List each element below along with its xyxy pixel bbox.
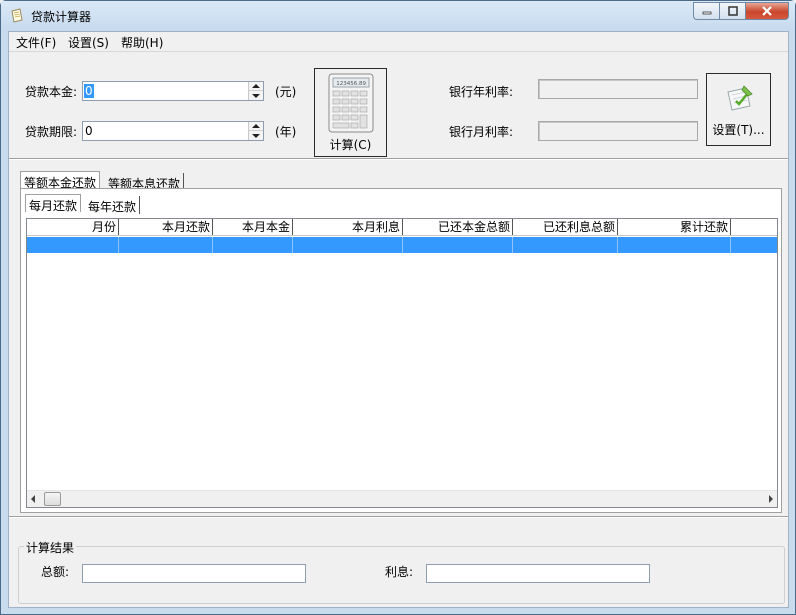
total-field[interactable]	[82, 564, 306, 583]
repayment-table[interactable]: 月份 本月还款 本月本金 本月利息 已还本金总额 已还利息总额 累计还款	[26, 218, 778, 508]
calculate-button[interactable]: 123456.89 计算(C)	[314, 68, 387, 157]
term-unit: (年)	[275, 125, 297, 139]
svg-text:123456.89: 123456.89	[336, 81, 366, 87]
scroll-right-icon[interactable]	[769, 495, 773, 503]
close-icon	[762, 6, 772, 16]
settings-button[interactable]: 设置(T)...	[706, 73, 771, 146]
table-cell	[213, 237, 293, 253]
column-header-monthly-payment[interactable]: 本月还款	[119, 219, 213, 235]
total-label: 总额:	[41, 565, 70, 579]
calculator-icon: 123456.89	[328, 73, 374, 133]
monthly-rate-field	[538, 121, 698, 141]
close-button[interactable]	[745, 2, 789, 20]
principal-spinbox[interactable]: 0	[82, 81, 264, 101]
term-spin-arrows[interactable]	[248, 122, 263, 140]
principal-label: 贷款本金:	[25, 85, 78, 99]
minimize-button[interactable]	[693, 2, 719, 20]
table-cell	[513, 237, 618, 253]
horizontal-scrollbar[interactable]	[27, 490, 777, 507]
pencil-note-icon	[727, 85, 753, 111]
column-header-cumulative[interactable]: 累计还款	[618, 219, 731, 235]
spin-up-icon[interactable]	[249, 122, 263, 131]
minimize-icon	[702, 11, 711, 15]
settings-button-label: 设置(T)...	[712, 123, 765, 137]
table-cell	[618, 237, 731, 253]
menu-bar: 文件(F) 设置(S) 帮助(H)	[9, 32, 788, 52]
tab-yearly[interactable]: 每年还款	[85, 196, 141, 214]
interest-field[interactable]	[426, 564, 650, 583]
annual-rate-field	[538, 79, 698, 99]
results-title: 计算结果	[24, 539, 77, 556]
divider	[9, 516, 788, 518]
column-header-monthly-principal[interactable]: 本月本金	[213, 219, 293, 235]
spin-down-icon[interactable]	[249, 91, 263, 100]
menu-help[interactable]: 帮助(H)	[121, 34, 163, 51]
table-cell	[403, 237, 513, 253]
term-spinbox[interactable]: 0	[82, 121, 264, 141]
column-header-principal-paid[interactable]: 已还本金总额	[403, 219, 513, 235]
title-bar[interactable]: 贷款计算器	[1, 1, 795, 31]
table-cell	[119, 237, 213, 253]
column-header-monthly-interest[interactable]: 本月利息	[293, 219, 403, 235]
principal-unit: (元)	[275, 85, 297, 99]
principal-value: 0	[84, 84, 94, 98]
calculate-button-label: 计算(C)	[329, 138, 372, 152]
window-title: 贷款计算器	[31, 10, 92, 24]
column-header-interest-paid[interactable]: 已还利息总额	[513, 219, 618, 235]
annual-rate-label: 银行年利率:	[449, 85, 514, 99]
monthly-rate-label: 银行月利率:	[449, 125, 514, 139]
app-window: 贷款计算器 文件(F) 设置(S) 帮助(H) 贷款本金: 0 (元) 贷款期限…	[0, 0, 796, 615]
client-area: 文件(F) 设置(S) 帮助(H) 贷款本金: 0 (元) 贷款期限: 0 (年…	[8, 31, 789, 608]
tab-monthly[interactable]: 每月还款	[25, 194, 82, 213]
table-cell	[27, 237, 119, 253]
divider	[9, 158, 788, 160]
spin-down-icon[interactable]	[249, 131, 263, 140]
scroll-left-icon[interactable]	[31, 495, 35, 503]
table-header: 月份 本月还款 本月本金 本月利息 已还本金总额 已还利息总额 累计还款	[27, 219, 777, 236]
principal-spin-arrows[interactable]	[248, 82, 263, 100]
app-icon	[11, 8, 23, 23]
table-cell	[293, 237, 403, 253]
tab-equal-principal[interactable]: 等额本金还款	[20, 171, 101, 190]
interest-label: 利息:	[385, 565, 414, 579]
column-header-month[interactable]: 月份	[27, 219, 119, 235]
table-row[interactable]	[27, 237, 777, 253]
scroll-thumb[interactable]	[44, 492, 61, 506]
spin-up-icon[interactable]	[249, 82, 263, 91]
window-controls	[693, 2, 789, 20]
maximize-icon	[727, 6, 738, 16]
term-value: 0	[85, 124, 93, 138]
term-label: 贷款期限:	[25, 125, 78, 139]
menu-settings[interactable]: 设置(S)	[68, 34, 109, 51]
maximize-button[interactable]	[719, 2, 745, 20]
menu-file[interactable]: 文件(F)	[16, 34, 56, 51]
